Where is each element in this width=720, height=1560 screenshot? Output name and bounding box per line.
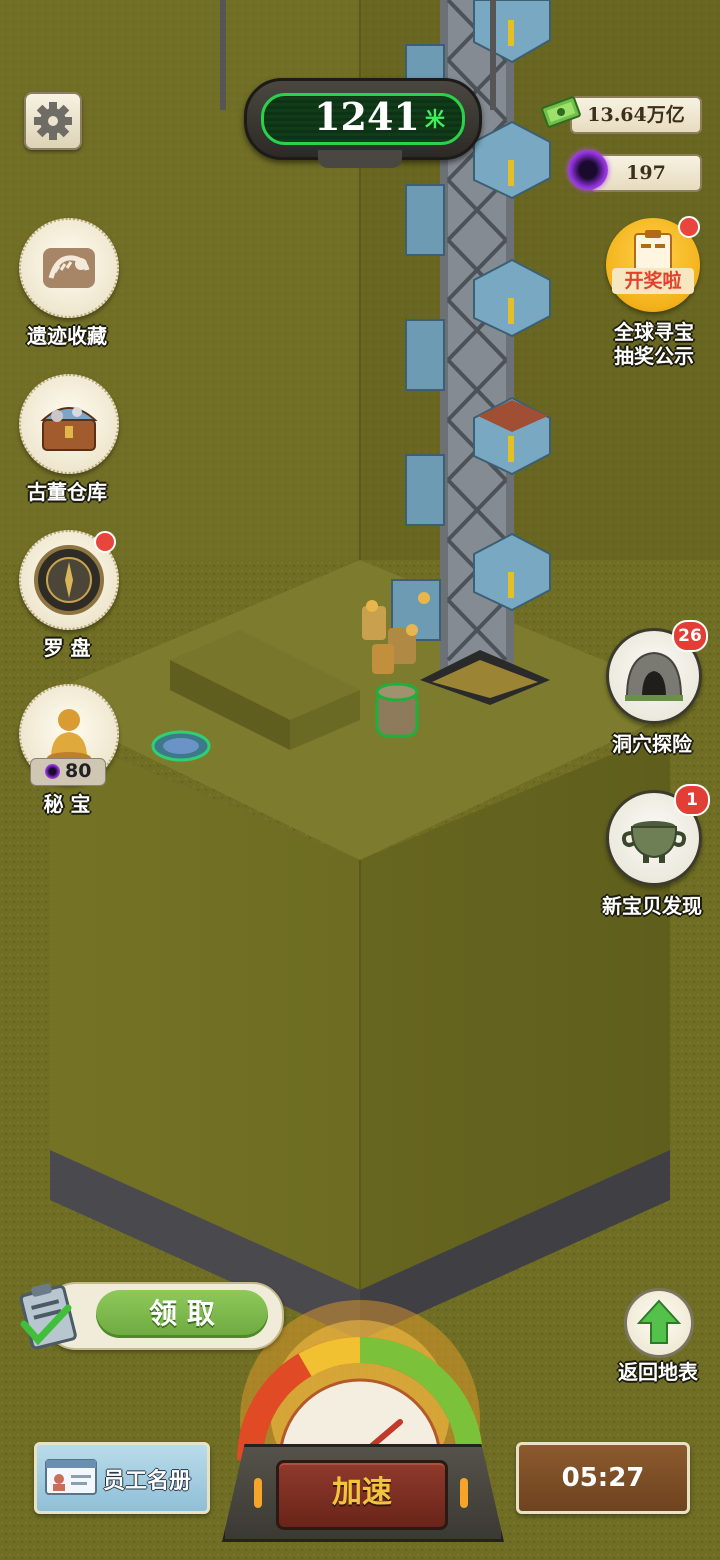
money-icon [540, 92, 582, 132]
secret-treasure-label: 秘 宝 [43, 792, 91, 816]
id-card-icon [45, 1459, 97, 1495]
right-lamp [460, 1478, 468, 1508]
depth-meter-base [318, 150, 402, 168]
timer-value: 05:27 [561, 1463, 645, 1493]
speed-up-button[interactable]: 加速 [276, 1460, 448, 1530]
new-treasure-badge: 1 [674, 784, 710, 816]
lottery-label-line2: 抽奖公示 [614, 344, 694, 368]
arrow-up-icon [636, 1299, 682, 1344]
ruins-collection-label: 遗迹收藏 [27, 324, 107, 348]
settings-button[interactable] [24, 92, 82, 150]
dark-orb-icon [45, 764, 60, 779]
money-counter: 13.64万亿 [570, 96, 702, 134]
dinosaur-fossil-icon [43, 248, 95, 288]
new-treasure-label: 新宝贝发现 [602, 894, 702, 918]
depth-unit: 米 [425, 107, 445, 131]
antique-warehouse-button[interactable] [19, 374, 119, 474]
dark-orb-icon [568, 150, 608, 190]
compass-notification-dot [94, 531, 116, 553]
return-surface-button[interactable] [624, 1288, 694, 1358]
staff-roster-label: 员工名册 [103, 1469, 192, 1494]
left-lamp [254, 1478, 262, 1508]
return-surface-label: 返回地表 [618, 1360, 698, 1384]
secret-treasure-cost-value: 80 [65, 760, 92, 782]
cave-exploration-badge: 26 [672, 620, 708, 652]
speed-up-label: 加速 [332, 1475, 392, 1510]
antique-warehouse-label: 古董仓库 [27, 480, 107, 504]
treasure-chest-icon [40, 407, 98, 451]
cave-exploration-label: 洞穴探险 [612, 732, 692, 756]
secret-treasure-cost: 80 [30, 758, 106, 786]
depth-value: 1241 [314, 94, 420, 139]
ruins-collection-button[interactable] [19, 218, 119, 318]
lottery-notification-dot [678, 216, 700, 238]
depth-meter: 1241 米 [244, 78, 482, 160]
compass-label: 罗 盘 [43, 636, 91, 660]
task-checklist-icon [19, 1283, 77, 1350]
lottery-icon-text: 开奖啦 [612, 268, 694, 294]
timer-panel: 05:27 [516, 1442, 690, 1514]
gear-icon [34, 102, 72, 140]
staff-roster-button[interactable]: 员工名册 [34, 1442, 210, 1514]
